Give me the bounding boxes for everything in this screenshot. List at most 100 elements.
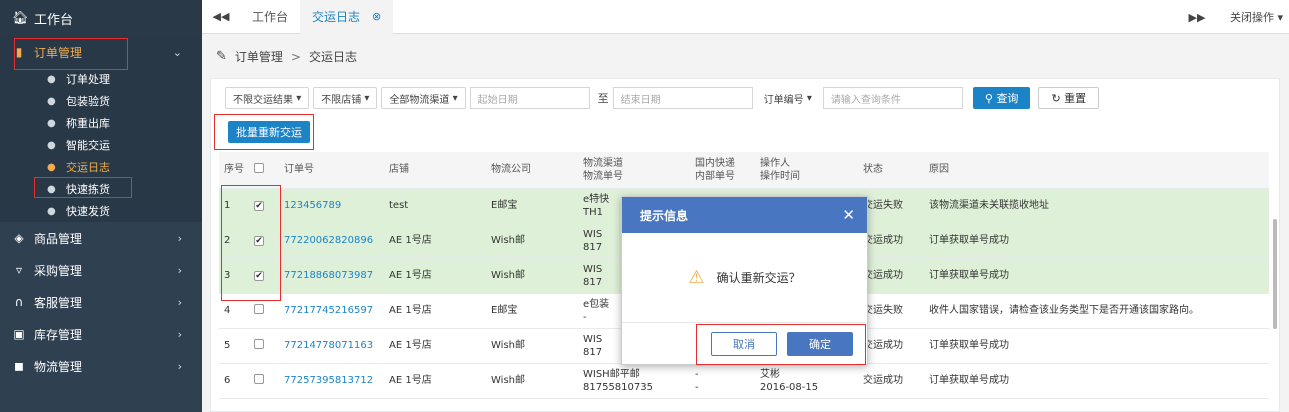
bullet-icon: ● — [47, 117, 56, 129]
row-checkbox[interactable] — [254, 303, 264, 314]
cell-logistics: E邮宝 — [486, 293, 578, 329]
button-label: 批量重新交运 — [236, 126, 302, 139]
chevron-right-icon: › — [177, 327, 182, 341]
close-tab-icon[interactable]: ⊗ — [372, 10, 381, 23]
bullet-icon: ● — [47, 205, 56, 217]
tab-workbench[interactable]: 工作台 — [240, 0, 300, 34]
start-date-input[interactable]: 起始日期 — [469, 87, 590, 109]
sidebar-item-logistics-management[interactable]: ◼ 物流管理 › — [0, 350, 202, 382]
order-link[interactable]: 77217745216597 — [284, 305, 373, 316]
cell-checkbox — [249, 328, 279, 364]
close-operations-label: 关闭操作 — [1229, 11, 1274, 24]
cell-shop: AE 1号店 — [384, 223, 486, 259]
order-link[interactable]: 123456789 — [284, 200, 341, 211]
order-link[interactable]: 77220062820896 — [284, 235, 373, 246]
button-label: 取消 — [733, 338, 755, 351]
vertical-scrollbar[interactable] — [1273, 219, 1277, 329]
row-checkbox[interactable] — [254, 373, 264, 384]
batch-reship-button[interactable]: 批量重新交运 — [228, 121, 310, 143]
query-input[interactable]: 请输入查询条件 — [822, 87, 963, 109]
submenu-item-label: 订单处理 — [66, 73, 110, 86]
close-operations-dropdown[interactable]: 关闭操作 ▾ — [1216, 9, 1289, 25]
sidebar-item-inventory-management[interactable]: ▣ 库存管理 › — [0, 318, 202, 350]
cell-seq: 5 — [219, 328, 249, 364]
operator-name: 艾彬 — [760, 368, 780, 380]
reset-button[interactable]: ↻ 重置 — [1038, 87, 1100, 109]
dialog-header: 提示信息 ✕ — [622, 197, 867, 233]
cell-shop: AE 1号店 — [384, 258, 486, 294]
header-order: 订单号 — [279, 152, 384, 189]
confirm-button[interactable]: 确定 — [787, 332, 853, 356]
close-icon[interactable]: ✕ — [842, 206, 855, 224]
channel-name: WIS — [583, 263, 603, 275]
bullet-icon: ● — [47, 73, 56, 85]
shop-dropdown[interactable]: 不限店铺 ▾ — [313, 87, 378, 109]
table-row[interactable]: 6 77257395813712 AE 1号店 Wish邮 WISH邮平邮 8175581… — [219, 363, 1269, 399]
cell-seq: 4 — [219, 293, 249, 329]
cell-reason: 订单获取单号成功 — [924, 258, 1269, 294]
double-chevron-left-icon: ◀◀ — [212, 10, 230, 23]
submenu-item-smart-shipping[interactable]: ● 智能交运 — [0, 134, 202, 156]
channel-no: - — [583, 311, 587, 323]
header-reason: 原因 — [924, 152, 1269, 189]
cancel-button[interactable]: 取消 — [711, 332, 777, 356]
header-channel-line2: 物流单号 — [583, 170, 623, 182]
cell-checkbox — [249, 293, 279, 329]
channel-no: 817 — [583, 346, 603, 358]
order-link[interactable]: 77218868073987 — [284, 270, 373, 281]
cell-seq: 3 — [219, 258, 249, 294]
cell-logistics: E邮宝 — [486, 188, 578, 224]
tab-shipping-log[interactable]: 交运日志 ⊗ — [300, 0, 394, 34]
shipping-result-dropdown[interactable]: 不限交运结果 ▾ — [225, 87, 310, 109]
row-checkbox[interactable]: ✔ — [254, 271, 264, 281]
submenu-item-order-processing[interactable]: ● 订单处理 — [0, 68, 202, 90]
tab-scroll-left-button[interactable]: ◀◀ — [202, 10, 240, 23]
row-checkbox[interactable]: ✔ — [254, 201, 264, 211]
sidebar-item-customer-service[interactable]: ∩ 客服管理 › — [0, 286, 202, 318]
search-button[interactable]: ⚲ 查询 — [972, 87, 1031, 109]
submenu-item-label: 包装验货 — [66, 95, 110, 108]
tab-label: 交运日志 — [312, 10, 361, 24]
end-date-input[interactable]: 结束日期 — [612, 87, 753, 109]
submenu-item-pack-inspection[interactable]: ● 包装验货 — [0, 90, 202, 112]
bullet-icon: ● — [47, 183, 56, 195]
submenu-item-shipping-log[interactable]: ● 交运日志 — [0, 156, 202, 178]
cell-checkbox: ✔ — [249, 223, 279, 259]
cell-order: 77257395813712 — [279, 363, 384, 399]
header-logistics: 物流公司 — [486, 152, 578, 189]
submenu-item-quick-dispatch[interactable]: ● 快速发货 — [0, 200, 202, 222]
order-submenu: ● 订单处理 ● 包装验货 ● 称重出库 ● 智能交运 ● 交运日志 ● 快速拣货 ● 快速发… — [0, 68, 202, 222]
submenu-item-quick-picking[interactable]: ● 快速拣货 — [0, 178, 202, 200]
double-chevron-right-icon: ▶▶ — [1188, 10, 1206, 24]
breadcrumb-root[interactable]: 订单管理 — [235, 48, 283, 65]
header-status: 状态 — [858, 152, 924, 189]
header-domestic-line1: 国内快递 — [695, 157, 735, 169]
order-link[interactable]: 77214778071163 — [284, 340, 373, 351]
dropdown-label: 全部物流渠道 — [389, 94, 450, 106]
row-checkbox[interactable]: ✔ — [254, 236, 264, 246]
row-checkbox[interactable] — [254, 338, 264, 349]
tab-scroll-right-button[interactable]: ▶▶ — [1178, 11, 1216, 24]
select-all-checkbox[interactable] — [254, 162, 264, 173]
cell-checkbox: ✔ — [249, 188, 279, 224]
sidebar-item-order-management[interactable]: ▮ 订单管理 ⌄ — [0, 36, 202, 68]
order-link[interactable]: 77257395813712 — [284, 375, 373, 386]
domestic-no: - — [695, 381, 699, 393]
header-select-all — [249, 152, 279, 189]
sidebar-item-purchase-management[interactable]: ▿ 采购管理 › — [0, 254, 202, 286]
channel-name: WIS — [583, 228, 603, 240]
order-number-dropdown[interactable]: 订单编号 ▾ — [756, 87, 819, 109]
chevron-right-icon: › — [177, 231, 182, 245]
cell-reason: 收件人国家错误，请检查该业务类型下是否开通该国家路向。 — [924, 293, 1269, 329]
sidebar-item-workbench[interactable]: 🏠︎ 工作台 — [0, 0, 202, 36]
sidebar-item-product-management[interactable]: ◈ 商品管理 › — [0, 222, 202, 254]
submenu-item-weigh-outbound[interactable]: ● 称重出库 — [0, 112, 202, 134]
cell-reason: 订单获取单号成功 — [924, 328, 1269, 364]
cell-shop: test — [384, 188, 486, 224]
header-operator-line2: 操作时间 — [760, 170, 800, 182]
operation-time: 2016-08-15 — [760, 381, 819, 393]
logistics-channel-dropdown[interactable]: 全部物流渠道 ▾ — [381, 87, 466, 109]
cell-channel: WISH邮平邮 81755810735 — [578, 363, 690, 399]
cell-seq: 2 — [219, 223, 249, 259]
dialog-body: ⚠ 确认重新交运？ — [622, 233, 867, 323]
